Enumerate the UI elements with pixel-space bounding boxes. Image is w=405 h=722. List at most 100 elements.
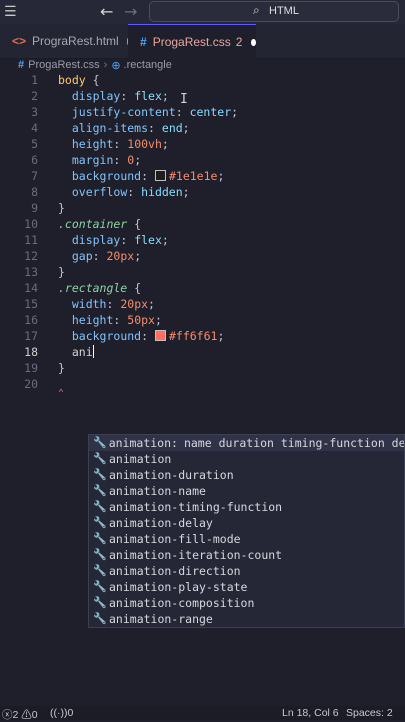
- css-file-icon: #: [18, 59, 25, 71]
- color-swatch-icon[interactable]: [154, 170, 166, 181]
- error-icon: ⓧ: [2, 709, 13, 721]
- indentation-setting[interactable]: Spaces: 2: [346, 707, 393, 719]
- ports-count: 0: [67, 707, 74, 719]
- text-cursor: [92, 345, 94, 358]
- code-line-8: overflow: hidden;: [71, 185, 190, 199]
- value: flex: [134, 89, 162, 103]
- property: background: [71, 169, 142, 183]
- suggestion-item[interactable]: 🔧 animation-delay: [89, 515, 404, 531]
- back-arrow-icon[interactable]: ←: [100, 2, 113, 21]
- suggestion-label: animation-delay: [109, 516, 213, 530]
- menu-icon[interactable]: ☰: [4, 4, 17, 20]
- suggestion-item[interactable]: 🔧 animation-fill-mode: [89, 531, 404, 547]
- property: overflow: [71, 185, 128, 199]
- wrench-icon: 🔧: [93, 500, 107, 513]
- suggestion-label: animation:: [108, 436, 178, 450]
- warning-count: 0: [31, 709, 38, 721]
- wrench-icon: 🔧: [93, 580, 107, 593]
- suggestion-label: animation-direction: [109, 564, 241, 578]
- autocomplete-suggestions[interactable]: 🔧 animation: name duration timing-functi…: [88, 434, 405, 628]
- line-number: 9: [31, 201, 38, 215]
- suggestion-label: animation-play-state: [109, 580, 248, 594]
- html-file-icon: <>: [12, 34, 27, 48]
- line-number: 12: [24, 249, 38, 263]
- selector: .rectangle: [58, 281, 128, 295]
- broadcast-icon: ((·)): [50, 707, 68, 719]
- command-center-search[interactable]: ⌕ HTML: [149, 1, 399, 22]
- tab-progarest-css[interactable]: # ProgaRest.css 2: [128, 24, 256, 59]
- line-number: 16: [24, 313, 38, 327]
- line-number: 13: [24, 265, 38, 279]
- property: display: [71, 233, 121, 247]
- selector: body: [58, 73, 86, 87]
- suggestion-label: animation: [109, 452, 172, 466]
- property: background: [71, 329, 142, 343]
- wrench-icon: 🔧: [93, 484, 107, 497]
- tab-label: PrograRest.html: [32, 34, 119, 48]
- line-number: 17: [24, 329, 38, 343]
- code-editor[interactable]: 1 2 3 4 5 6 7 8 9 10 11 12 13 14 15 16 1…: [0, 72, 405, 700]
- line-number: 19: [24, 361, 38, 375]
- value: #ff6f61: [168, 329, 218, 343]
- code-lines[interactable]: body { display: flex; justify-content: c…: [58, 72, 238, 392]
- tab-label: ProgaRest.css: [152, 35, 231, 49]
- code-line-1: body {: [58, 73, 100, 87]
- property: height: [71, 313, 114, 327]
- value: 50px: [127, 313, 155, 327]
- code-line-11: display: flex;: [71, 233, 169, 247]
- problem-count-badge: 2: [235, 35, 243, 49]
- css-file-icon: #: [140, 35, 147, 49]
- line-number: 7: [31, 169, 38, 183]
- code-line-16: height: 50px;: [71, 313, 162, 327]
- suggestion-item[interactable]: 🔧 animation-composition: [89, 595, 404, 611]
- suggestion-item[interactable]: 🔧 animation-range: [89, 611, 404, 627]
- code-line-18[interactable]: ani: [58, 344, 238, 360]
- ports-indicator[interactable]: ((·))0: [50, 707, 73, 719]
- forward-arrow-icon[interactable]: →: [124, 2, 137, 21]
- suggestion-label: animation-duration: [109, 468, 234, 482]
- title-bar: ☰ ← → ⌕ HTML: [0, 0, 405, 24]
- line-number: 20: [24, 377, 38, 391]
- suggestion-item[interactable]: 🔧 animation-play-state: [89, 579, 404, 595]
- warning-icon: ⚠: [21, 709, 32, 721]
- cursor-position[interactable]: Ln 18, Col 6: [282, 707, 339, 719]
- code-line-12: gap: 20px;: [71, 249, 142, 263]
- property: width: [71, 297, 107, 311]
- breadcrumb-file[interactable]: ProgaRest.css: [28, 59, 100, 71]
- line-number: 3: [31, 105, 38, 119]
- suggestion-detail: name duration timing-function delay: [183, 436, 405, 450]
- error-squiggle-icon: ⌃: [58, 388, 65, 399]
- typed-text: ani: [71, 345, 93, 359]
- chevron-right-icon: ›: [103, 59, 108, 71]
- suggestion-item[interactable]: 🔧 animation-duration: [89, 467, 404, 483]
- code-line-7: background: #1e1e1e;: [71, 169, 225, 183]
- suggestion-label: animation-name: [109, 484, 206, 498]
- selector: .container: [58, 217, 128, 231]
- wrench-icon: 🔧: [93, 452, 107, 465]
- code-line-3: justify-content: center;: [71, 105, 239, 119]
- wrench-icon: 🔧: [93, 564, 107, 577]
- line-number: 6: [31, 153, 38, 167]
- unsaved-dot-icon[interactable]: [251, 38, 256, 46]
- suggestion-label: animation-timing-function: [109, 500, 283, 514]
- property: margin: [71, 153, 114, 167]
- suggestion-item[interactable]: 🔧 animation-timing-function: [89, 499, 404, 515]
- search-icon: ⌕: [253, 3, 260, 17]
- suggestion-item[interactable]: 🔧 animation-direction: [89, 563, 404, 579]
- suggestion-item[interactable]: 🔧 animation-iteration-count: [89, 547, 404, 563]
- code-line-4: align-items: end;: [71, 121, 190, 135]
- suggestion-item[interactable]: 🔧 animation: [89, 451, 404, 467]
- suggestion-item[interactable]: 🔧 animation-name: [89, 483, 404, 499]
- breadcrumb-symbol[interactable]: .rectangle: [124, 59, 172, 71]
- wrench-icon: 🔧: [93, 532, 107, 545]
- wrench-icon: 🔧: [93, 436, 107, 449]
- suggestion-item[interactable]: 🔧 animation: name duration timing-functi…: [89, 435, 404, 451]
- tab-progarest-html[interactable]: <> PrograRest.html: [0, 24, 128, 58]
- property: height: [71, 137, 114, 151]
- color-swatch-icon[interactable]: [154, 330, 166, 341]
- code-line-5: height: 100vh;: [71, 137, 169, 151]
- line-number: 8: [31, 185, 38, 199]
- code-line-10: .container {: [58, 217, 142, 231]
- error-count: 2: [12, 709, 19, 721]
- value: 20px: [106, 249, 135, 263]
